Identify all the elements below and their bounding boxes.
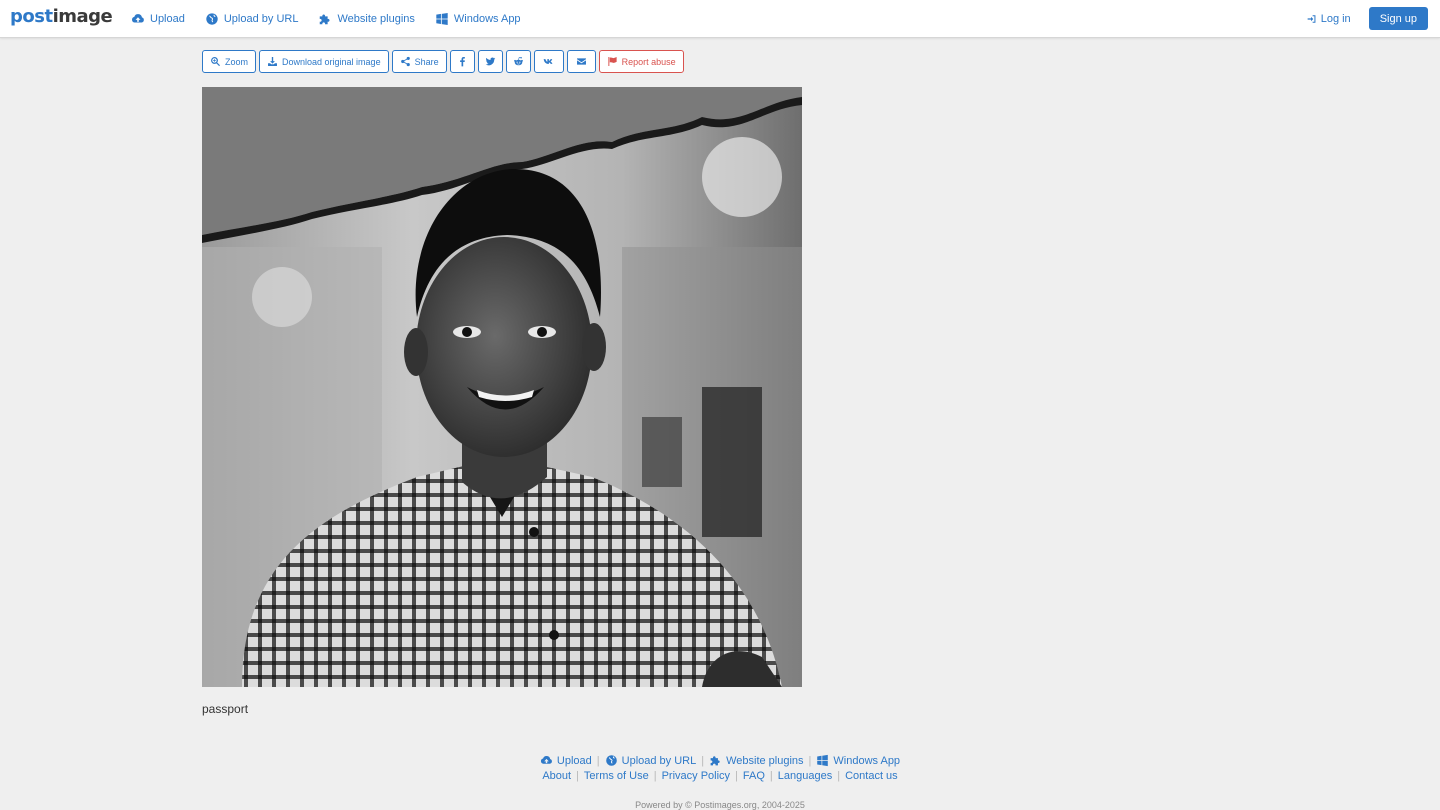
footer-privacy-link[interactable]: Privacy Policy	[662, 770, 730, 782]
share-facebook-button[interactable]	[449, 50, 475, 73]
footer-windows-app-link[interactable]: Windows App	[816, 754, 900, 767]
share-twitter-button[interactable]	[477, 50, 503, 73]
separator: |	[576, 770, 579, 782]
account-nav: Log in Sign up	[1307, 0, 1428, 37]
share-button[interactable]: Share	[391, 50, 447, 73]
footer-secondary-links: About | Terms of Use | Privacy Policy | …	[0, 770, 1440, 782]
main-image[interactable]	[202, 87, 802, 687]
email-icon	[576, 58, 586, 65]
sign-in-icon	[1307, 14, 1316, 23]
report-abuse-button[interactable]: Report abuse	[598, 50, 684, 73]
globe-icon	[605, 755, 617, 766]
windows-icon	[817, 754, 829, 767]
share-label: Share	[414, 56, 439, 67]
nav-website-plugins[interactable]: Website plugins	[318, 12, 415, 26]
footer-upload-by-url-link[interactable]: Upload by URL	[605, 754, 697, 767]
zoom-button[interactable]: Zoom	[202, 50, 257, 73]
nav-windows-app-label: Windows App	[453, 12, 521, 25]
share-reddit-button[interactable]	[505, 50, 531, 73]
image-caption: passport	[202, 702, 249, 716]
zoom-label: Zoom	[225, 56, 249, 67]
share-vk-button[interactable]	[533, 50, 564, 73]
portrait-photo	[202, 87, 802, 687]
logo-part-image: image	[52, 6, 113, 27]
nav-windows-app[interactable]: Windows App	[435, 12, 521, 26]
separator: |	[837, 770, 841, 782]
signup-label: Sign up	[1379, 12, 1417, 25]
cloud-upload-icon	[540, 755, 552, 764]
footer-upload-link[interactable]: Upload	[540, 754, 592, 767]
top-navbar: postimage Upload Upload by URL Website p…	[0, 0, 1440, 38]
report-abuse-label: Report abuse	[621, 56, 676, 67]
puzzle-icon	[320, 13, 330, 24]
nav-website-plugins-label: Website plugins	[337, 12, 415, 25]
twitter-icon	[485, 57, 495, 66]
globe-icon	[206, 12, 218, 25]
windows-icon	[436, 12, 448, 25]
cloud-upload-icon	[132, 13, 144, 22]
signup-button[interactable]: Sign up	[1368, 7, 1428, 30]
share-icon	[400, 56, 410, 67]
nav-upload-by-url[interactable]: Upload by URL	[205, 12, 299, 26]
flag-icon	[607, 57, 617, 66]
zoom-icon	[211, 57, 220, 67]
footer-primary-links: Upload | Upload by URL | Website plugins…	[0, 754, 1440, 767]
separator: |	[808, 754, 812, 767]
puzzle-icon	[710, 756, 720, 766]
facebook-icon	[459, 57, 465, 67]
download-icon	[268, 57, 277, 66]
vk-icon	[543, 59, 553, 64]
nav-upload-by-url-label: Upload by URL	[223, 12, 299, 25]
login-label: Log in	[1320, 12, 1351, 25]
footer-upload-by-url-label: Upload by URL	[621, 754, 697, 767]
separator: |	[596, 754, 600, 767]
footer-terms-link[interactable]: Terms of Use	[584, 770, 649, 782]
separator: |	[769, 770, 773, 782]
image-toolbar: Zoom Download original image Share Repor…	[202, 50, 684, 73]
footer-faq-link[interactable]: FAQ	[743, 770, 765, 782]
footer-website-plugins-link[interactable]: Website plugins	[709, 754, 804, 767]
separator: |	[653, 770, 657, 782]
separator: |	[735, 770, 738, 782]
footer-windows-app-label: Windows App	[833, 754, 901, 767]
footer-languages-link[interactable]: Languages	[778, 770, 832, 782]
reddit-icon	[513, 57, 523, 66]
download-original-button[interactable]: Download original image	[259, 50, 389, 73]
footer-upload-label: Upload	[556, 754, 592, 767]
footer-website-plugins-label: Website plugins	[726, 754, 804, 767]
powered-by-text: Powered by © Postimages.org, 2004-2025	[635, 800, 805, 810]
download-label: Download original image	[282, 56, 381, 67]
share-email-button[interactable]	[566, 50, 596, 73]
logo-part-post: post	[10, 6, 53, 27]
separator: |	[701, 754, 705, 767]
nav-upload-label: Upload	[150, 12, 185, 25]
footer-about-link[interactable]: About	[542, 770, 571, 782]
main-nav: Upload Upload by URL Website plugins Win…	[131, 0, 541, 37]
footer-contact-link[interactable]: Contact us	[845, 770, 898, 782]
nav-upload[interactable]: Upload	[131, 12, 185, 26]
postimage-logo[interactable]: postimage	[10, 6, 113, 27]
login-link[interactable]: Log in	[1307, 13, 1351, 25]
